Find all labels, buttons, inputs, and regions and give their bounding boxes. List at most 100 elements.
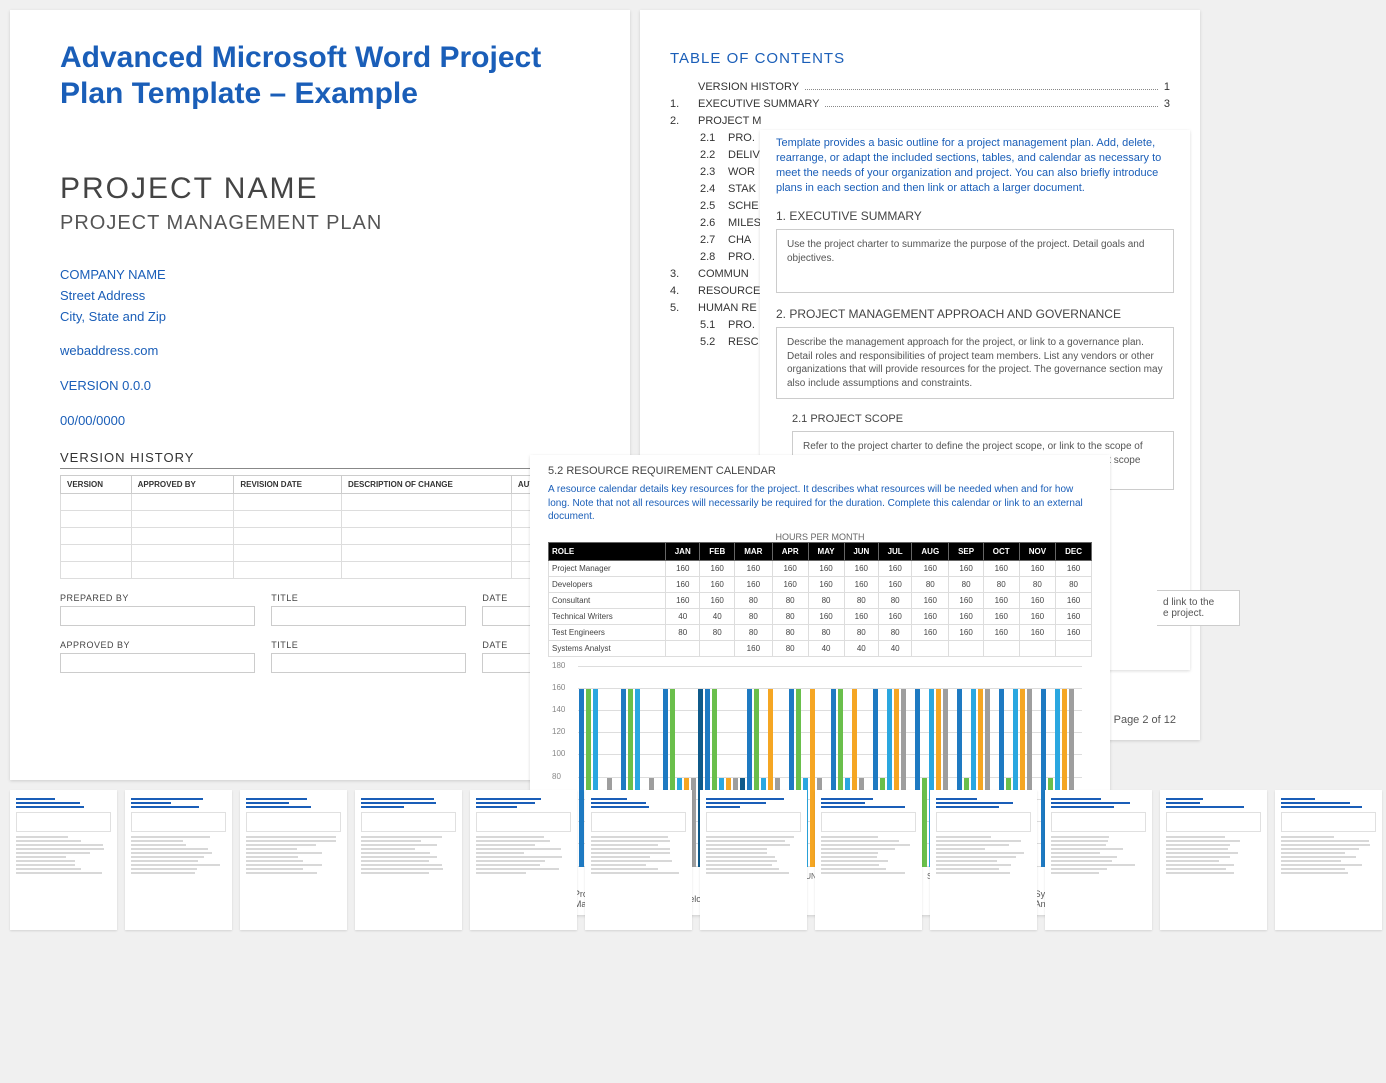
hours-cell[interactable]: 80 (844, 624, 878, 640)
hours-cell[interactable]: 160 (912, 592, 949, 608)
page-thumbnail[interactable] (585, 790, 692, 930)
vh-cell[interactable] (131, 510, 234, 527)
hours-cell[interactable] (983, 640, 1019, 656)
hours-cell[interactable]: 160 (949, 592, 983, 608)
vh-cell[interactable] (341, 544, 511, 561)
vh-cell[interactable] (131, 527, 234, 544)
vh-cell[interactable] (61, 527, 132, 544)
hours-cell[interactable]: 160 (983, 608, 1019, 624)
hours-cell[interactable]: 160 (912, 560, 949, 576)
vh-cell[interactable] (131, 561, 234, 578)
hours-cell[interactable]: 160 (772, 576, 808, 592)
hours-cell[interactable]: 160 (1019, 624, 1055, 640)
hours-cell[interactable]: 160 (983, 560, 1019, 576)
hours-cell[interactable]: 160 (844, 576, 878, 592)
hours-cell[interactable]: 160 (949, 560, 983, 576)
hours-cell[interactable]: 80 (734, 608, 772, 624)
prepared-by-field[interactable] (60, 606, 255, 626)
hours-cell[interactable]: 80 (808, 592, 844, 608)
hours-cell[interactable]: 160 (734, 560, 772, 576)
hours-cell[interactable]: 80 (808, 624, 844, 640)
vh-cell[interactable] (61, 561, 132, 578)
hours-cell[interactable]: 160 (912, 608, 949, 624)
hours-cell[interactable]: 160 (734, 640, 772, 656)
hours-cell[interactable]: 40 (808, 640, 844, 656)
hours-cell[interactable]: 160 (734, 576, 772, 592)
hours-cell[interactable]: 160 (1019, 592, 1055, 608)
hours-cell[interactable] (912, 640, 949, 656)
hours-cell[interactable]: 160 (666, 560, 700, 576)
page-thumbnail[interactable] (930, 790, 1037, 930)
vh-cell[interactable] (341, 561, 511, 578)
hours-cell[interactable]: 160 (808, 576, 844, 592)
hours-cell[interactable]: 40 (700, 608, 734, 624)
hours-cell[interactable]: 80 (734, 592, 772, 608)
page-thumbnail[interactable] (470, 790, 577, 930)
toc-entry[interactable]: 2.PROJECT M (670, 115, 1170, 127)
vh-cell[interactable] (61, 544, 132, 561)
vh-cell[interactable] (131, 493, 234, 510)
page-thumbnail[interactable] (1275, 790, 1382, 930)
hours-cell[interactable]: 160 (912, 624, 949, 640)
hours-cell[interactable]: 80 (983, 576, 1019, 592)
hours-cell[interactable]: 160 (666, 592, 700, 608)
hours-cell[interactable]: 80 (949, 576, 983, 592)
hours-cell[interactable]: 160 (983, 624, 1019, 640)
hours-cell[interactable]: 160 (700, 576, 734, 592)
vh-cell[interactable] (234, 527, 342, 544)
hours-cell[interactable]: 40 (879, 640, 912, 656)
hours-cell[interactable]: 160 (949, 608, 983, 624)
hours-cell[interactable] (1056, 640, 1092, 656)
vh-cell[interactable] (234, 561, 342, 578)
hours-cell[interactable]: 160 (879, 608, 912, 624)
vh-cell[interactable] (61, 510, 132, 527)
hours-cell[interactable] (949, 640, 983, 656)
hours-cell[interactable]: 160 (666, 576, 700, 592)
page-thumbnail[interactable] (125, 790, 232, 930)
hours-cell[interactable]: 40 (844, 640, 878, 656)
hours-cell[interactable]: 160 (879, 560, 912, 576)
page-thumbnail[interactable] (700, 790, 807, 930)
hours-cell[interactable]: 160 (1056, 608, 1092, 624)
hours-cell[interactable]: 80 (772, 608, 808, 624)
approved-by-field[interactable] (60, 653, 255, 673)
page-thumbnail[interactable] (240, 790, 347, 930)
vh-cell[interactable] (61, 493, 132, 510)
hours-cell[interactable]: 80 (666, 624, 700, 640)
hours-cell[interactable]: 80 (734, 624, 772, 640)
hours-cell[interactable]: 160 (844, 608, 878, 624)
hours-cell[interactable]: 160 (1056, 560, 1092, 576)
hours-cell[interactable] (1019, 640, 1055, 656)
page-thumbnail[interactable] (1160, 790, 1267, 930)
section-exec-summary-box[interactable]: Use the project charter to summarize the… (776, 229, 1174, 293)
hours-cell[interactable]: 160 (700, 592, 734, 608)
toc-entry[interactable]: 1.EXECUTIVE SUMMARY3 (670, 98, 1170, 110)
toc-entry[interactable]: VERSION HISTORY1 (670, 81, 1170, 93)
hours-cell[interactable]: 40 (666, 608, 700, 624)
hours-cell[interactable]: 160 (1056, 592, 1092, 608)
hours-cell[interactable]: 80 (700, 624, 734, 640)
prepared-title-field[interactable] (271, 606, 466, 626)
vh-cell[interactable] (234, 544, 342, 561)
vh-cell[interactable] (131, 544, 234, 561)
hours-cell[interactable]: 80 (772, 624, 808, 640)
hours-cell[interactable]: 80 (772, 592, 808, 608)
hours-cell[interactable] (666, 640, 700, 656)
section-governance-box[interactable]: Describe the management approach for the… (776, 327, 1174, 399)
hours-cell[interactable]: 160 (808, 608, 844, 624)
page-thumbnail[interactable] (10, 790, 117, 930)
hours-cell[interactable]: 160 (844, 560, 878, 576)
vh-cell[interactable] (341, 510, 511, 527)
hours-cell[interactable]: 160 (808, 560, 844, 576)
hours-cell[interactable]: 160 (1019, 608, 1055, 624)
vh-cell[interactable] (234, 493, 342, 510)
hours-cell[interactable] (700, 640, 734, 656)
vh-cell[interactable] (341, 527, 511, 544)
hours-cell[interactable]: 80 (1019, 576, 1055, 592)
hours-cell[interactable]: 160 (949, 624, 983, 640)
hours-cell[interactable]: 160 (1019, 560, 1055, 576)
hours-cell[interactable]: 80 (879, 624, 912, 640)
hours-cell[interactable]: 160 (1056, 624, 1092, 640)
hours-cell[interactable]: 80 (1056, 576, 1092, 592)
hours-cell[interactable]: 160 (983, 592, 1019, 608)
